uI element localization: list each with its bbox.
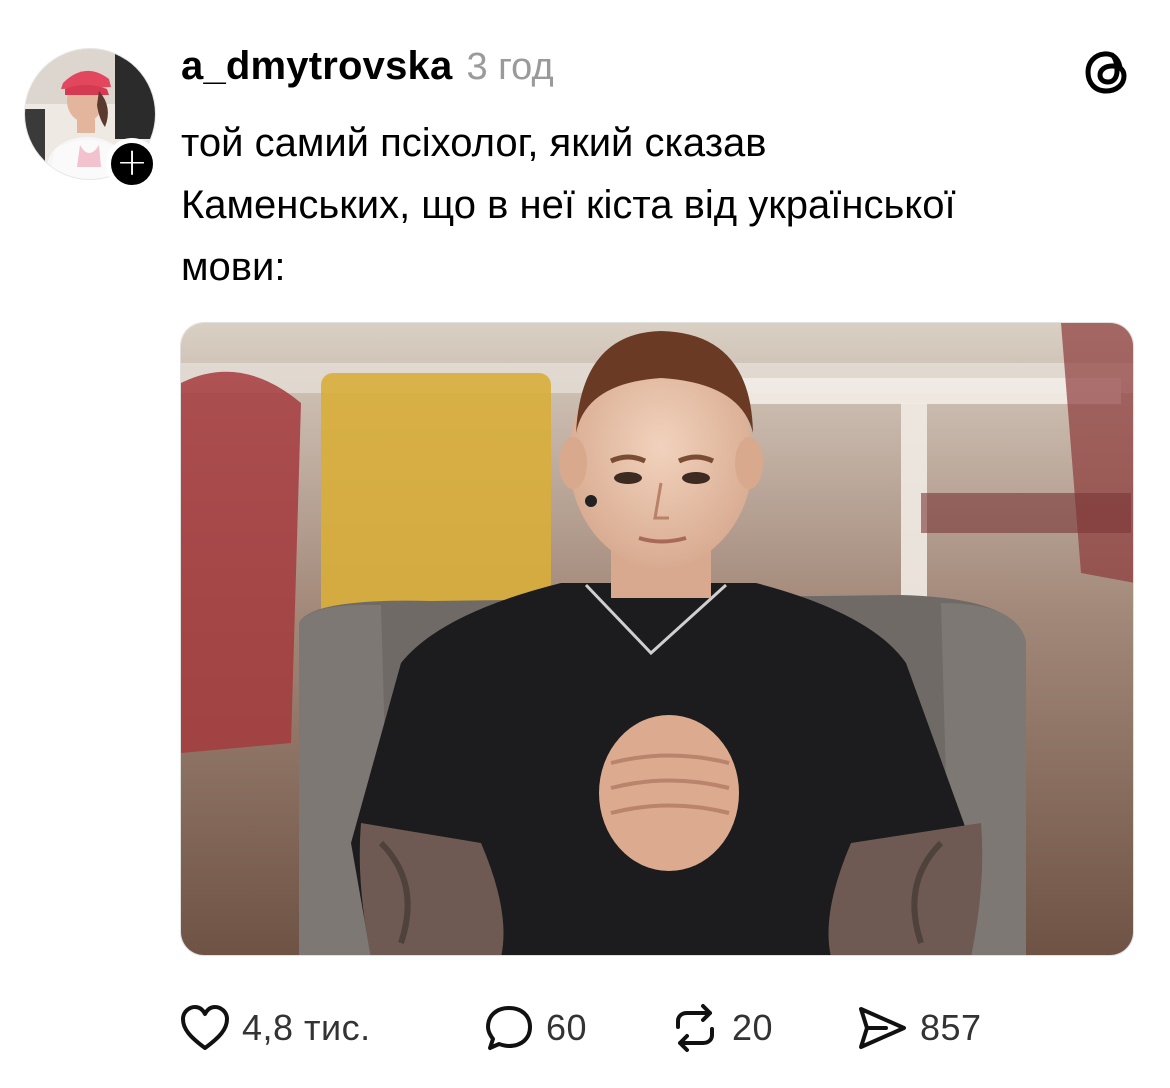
repost-icon xyxy=(676,1004,714,1052)
repost-count: 20 xyxy=(732,1007,774,1048)
comment-count: 60 xyxy=(546,1007,588,1048)
share-button[interactable]: 857 xyxy=(856,1000,982,1056)
comment-bubble-icon xyxy=(486,1006,532,1050)
threads-post: + a_dmytrovska 3 год той самий псіхолог,… xyxy=(0,0,1170,1088)
post-header: a_dmytrovska 3 год xyxy=(181,44,554,96)
author-avatar-container[interactable]: + xyxy=(24,48,158,190)
username-link[interactable]: a_dmytrovska xyxy=(181,44,452,89)
post-timestamp: 3 год xyxy=(466,46,554,88)
plus-icon: + xyxy=(116,140,148,184)
repost-button[interactable]: 20 xyxy=(670,1000,773,1056)
share-count: 857 xyxy=(920,1007,982,1048)
post-image[interactable] xyxy=(180,322,1134,956)
send-icon xyxy=(859,1007,906,1049)
comment-button[interactable]: 60 xyxy=(484,1000,587,1056)
post-body-text: той самий псіхолог, який сказав Каменськ… xyxy=(181,121,956,289)
heart-icon xyxy=(181,1005,229,1050)
follow-button[interactable]: + xyxy=(106,138,158,190)
like-count: 4,8 тис. xyxy=(242,1007,371,1048)
like-button[interactable]: 4,8 тис. xyxy=(180,1000,371,1056)
threads-logo-icon[interactable] xyxy=(1082,45,1134,97)
post-actions-bar: 4,8 тис. 60 20 857 xyxy=(180,1000,1080,1056)
